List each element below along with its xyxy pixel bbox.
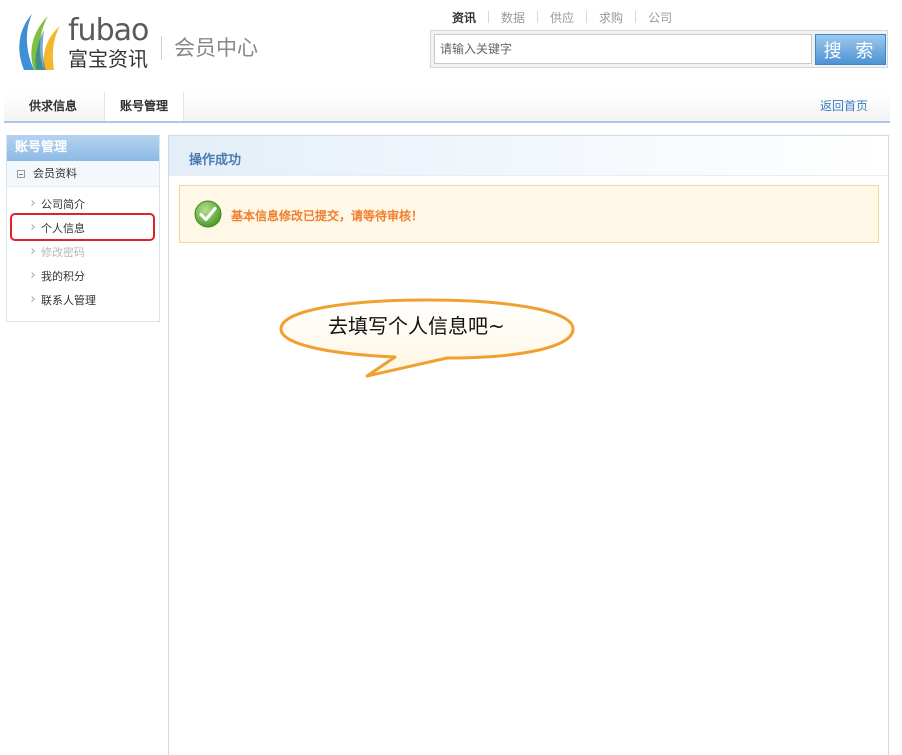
speech-bubble-text: 去填写个人信息吧~: [328, 314, 505, 338]
top-nav-supply[interactable]: 供应: [550, 9, 574, 26]
sidebar-group-label: 会员资料: [33, 166, 77, 180]
sidebar-item-label: 个人信息: [41, 222, 85, 235]
back-home-link[interactable]: 返回首页: [820, 92, 868, 121]
sidebar-item-label: 公司简介: [41, 198, 85, 211]
sidebar-title: 账号管理: [7, 135, 159, 161]
nav-divider: [537, 11, 539, 23]
sidebar-item-label: 我的积分: [41, 270, 85, 283]
top-nav-data[interactable]: 数据: [501, 9, 525, 26]
search-bar: 搜 索: [430, 30, 888, 68]
page-title: 会员中心: [174, 36, 258, 60]
panel-title: 操作成功: [189, 153, 242, 168]
fubao-logo[interactable]: fubao 富宝资讯: [14, 10, 164, 74]
collapse-minus-icon[interactable]: [17, 169, 25, 178]
nav-divider: [488, 11, 490, 23]
top-nav-news[interactable]: 资讯: [452, 9, 476, 26]
sidebar-menu: 公司简介 个人信息 修改密码 我的积分 联系人管理: [7, 187, 159, 313]
tab-account-management[interactable]: 账号管理: [104, 92, 184, 121]
sub-nav: 供求信息 账号管理 返回首页: [4, 92, 890, 123]
fubao-leaf-logo-icon: [19, 14, 60, 70]
sidebar: 账号管理 会员资料 公司简介 个人信息 修改密码 我的积分 联系人管理: [6, 135, 160, 322]
sidebar-item-label: 联系人管理: [41, 294, 96, 307]
nav-divider: [635, 11, 637, 23]
top-nav-purchase[interactable]: 求购: [599, 9, 623, 26]
success-message: 基本信息修改已提交，请等待审核！: [231, 209, 424, 223]
check-circle-icon: [194, 200, 222, 228]
main-panel: 操作成功 基本信息修改已提交，请等待审核！: [168, 135, 889, 755]
success-alert: 基本信息修改已提交，请等待审核！: [179, 185, 879, 243]
nav-divider: [586, 11, 588, 23]
search-button[interactable]: 搜 索: [815, 34, 886, 65]
top-nav-company[interactable]: 公司: [648, 9, 672, 26]
header-divider: [161, 36, 162, 60]
sidebar-group-member-profile[interactable]: 会员资料: [7, 161, 159, 187]
top-nav: 资讯 数据 供应 求购 公司: [452, 8, 672, 26]
brand-name-cn: 富宝资讯: [68, 47, 148, 71]
panel-header: 操作成功: [169, 136, 888, 176]
sidebar-item-label: 修改密码: [41, 246, 85, 259]
sidebar-item-contact-management[interactable]: 联系人管理: [7, 289, 159, 313]
search-input[interactable]: [434, 34, 812, 64]
sidebar-item-my-points[interactable]: 我的积分: [7, 265, 159, 289]
brand-name-en: fubao: [68, 13, 149, 48]
tab-supply-demand[interactable]: 供求信息: [18, 92, 88, 121]
sidebar-item-change-password[interactable]: 修改密码: [7, 241, 159, 265]
sidebar-item-personal-info[interactable]: 个人信息: [7, 217, 159, 241]
sidebar-item-company-profile[interactable]: 公司简介: [7, 193, 159, 217]
